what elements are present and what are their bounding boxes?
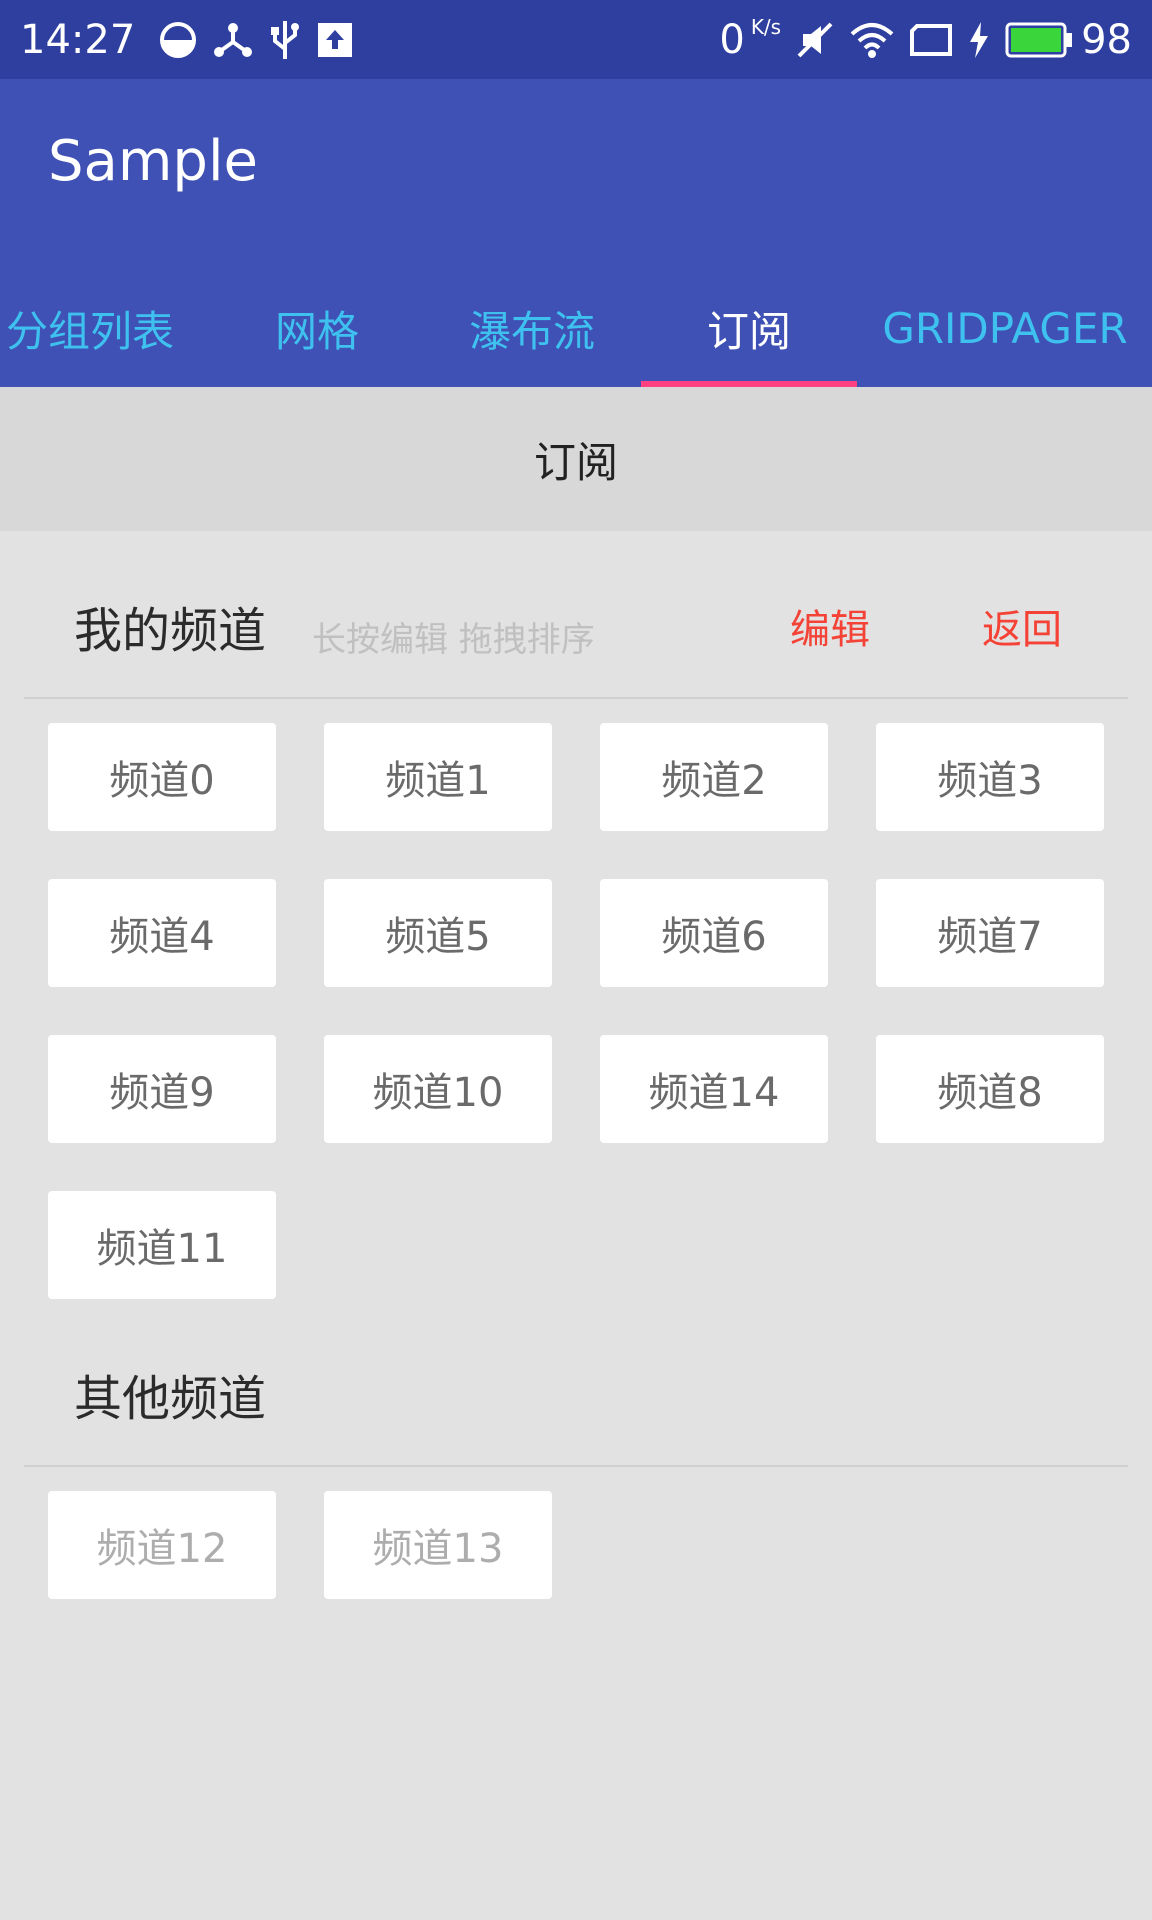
- channel-chip[interactable]: 频道0: [48, 723, 276, 831]
- battery-percent: 98: [1081, 16, 1132, 63]
- my-channels-title: 我的频道: [74, 603, 267, 659]
- channel-chip[interactable]: 频道7: [876, 879, 1104, 987]
- my-channels-divider: [24, 697, 1128, 699]
- my-channels-hint: 长按编辑 拖拽排序: [312, 619, 595, 660]
- other-channel-chip[interactable]: 频道13: [324, 1491, 552, 1599]
- tab-grid[interactable]: 网格: [217, 269, 417, 387]
- app-title: Sample: [48, 129, 258, 194]
- mute-icon: [795, 20, 835, 60]
- channel-chip[interactable]: 频道6: [600, 879, 828, 987]
- battery-icon: [1005, 22, 1073, 58]
- share-icon: [213, 20, 253, 60]
- channel-chip[interactable]: 频道2: [600, 723, 828, 831]
- channel-chip[interactable]: 频道9: [48, 1035, 276, 1143]
- channel-chip[interactable]: 频道11: [48, 1191, 276, 1299]
- other-channels-header: 其他频道: [0, 1334, 1152, 1454]
- upload-icon: [317, 22, 353, 58]
- page-header: 订阅: [0, 387, 1152, 531]
- status-time: 14:27: [20, 16, 136, 63]
- screen-icon: [909, 23, 953, 57]
- wifi-icon: [849, 20, 895, 60]
- network-speed-unit: K/s: [750, 14, 782, 39]
- network-speed: 0 K/s: [719, 17, 781, 63]
- tab-group-list[interactable]: 分组列表: [0, 269, 180, 387]
- other-channels-divider: [24, 1465, 1128, 1467]
- charging-icon: [967, 20, 991, 60]
- usb-icon: [269, 19, 301, 61]
- other-channel-chip[interactable]: 频道12: [48, 1491, 276, 1599]
- other-channels-title: 其他频道: [74, 1371, 267, 1427]
- channel-chip[interactable]: 频道3: [876, 723, 1104, 831]
- tab-bar: 分组列表 网格 瀑布流 订阅 GRIDPAGER: [0, 269, 1152, 387]
- channel-chip[interactable]: 频道10: [324, 1035, 552, 1143]
- edit-button[interactable]: 编辑: [790, 566, 870, 686]
- my-channels-header: 我的频道 长按编辑 拖拽排序 编辑 返回: [0, 566, 1152, 686]
- data-saver-icon: [159, 21, 197, 59]
- channel-chip[interactable]: 频道5: [324, 879, 552, 987]
- app-bar: Sample 分组列表 网格 瀑布流 订阅 GRIDPAGER: [0, 79, 1152, 387]
- status-bar: 14:27 0 K/s 98: [0, 0, 1152, 79]
- channel-chip[interactable]: 频道8: [876, 1035, 1104, 1143]
- channel-chip[interactable]: 频道4: [48, 879, 276, 987]
- tab-gridpager[interactable]: GRIDPAGER: [880, 269, 1130, 387]
- page-title: 订阅: [533, 437, 618, 487]
- network-speed-value: 0: [719, 16, 745, 63]
- channel-chip[interactable]: 频道1: [324, 723, 552, 831]
- tab-subscribe[interactable]: 订阅: [641, 269, 857, 387]
- back-button[interactable]: 返回: [982, 566, 1062, 686]
- channel-chip[interactable]: 频道14: [600, 1035, 828, 1143]
- tab-waterfall[interactable]: 瀑布流: [432, 269, 632, 387]
